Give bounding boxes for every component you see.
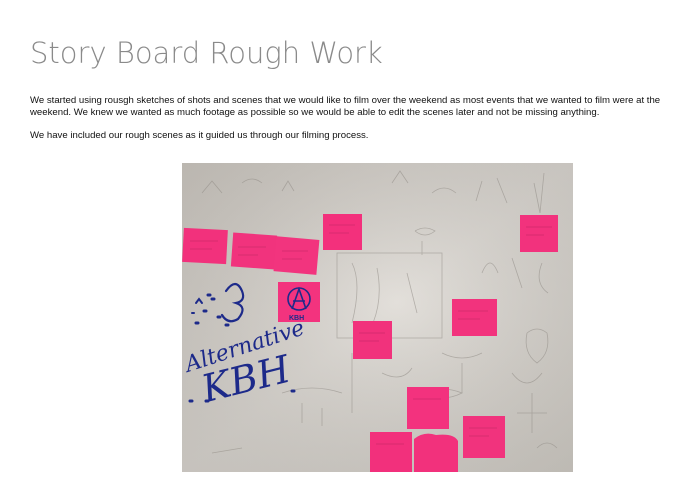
- sticky-note: [370, 432, 412, 472]
- sticky-note: [323, 214, 362, 250]
- page-title: Story Board Rough Work: [30, 36, 383, 70]
- storyboard-photo: KBH Alternative KBH: [182, 163, 573, 472]
- sticky-note: [353, 321, 392, 359]
- page: Story Board Rough Work We started using …: [0, 0, 700, 500]
- sticky-note: [230, 232, 278, 270]
- sticky-note: [407, 387, 449, 429]
- sticky-note: [182, 227, 228, 265]
- sticky-note: [452, 299, 497, 336]
- sticky-note: [463, 416, 505, 458]
- sticky-note: [520, 215, 558, 252]
- sticky-note: [273, 236, 320, 275]
- second-paragraph: We have included our rough scenes as it …: [30, 130, 369, 141]
- storyboard-wall-image: KBH Alternative KBH: [182, 163, 573, 472]
- intro-paragraph: We started using rousgh sketches of shot…: [30, 95, 661, 118]
- sticky-note: [414, 433, 458, 472]
